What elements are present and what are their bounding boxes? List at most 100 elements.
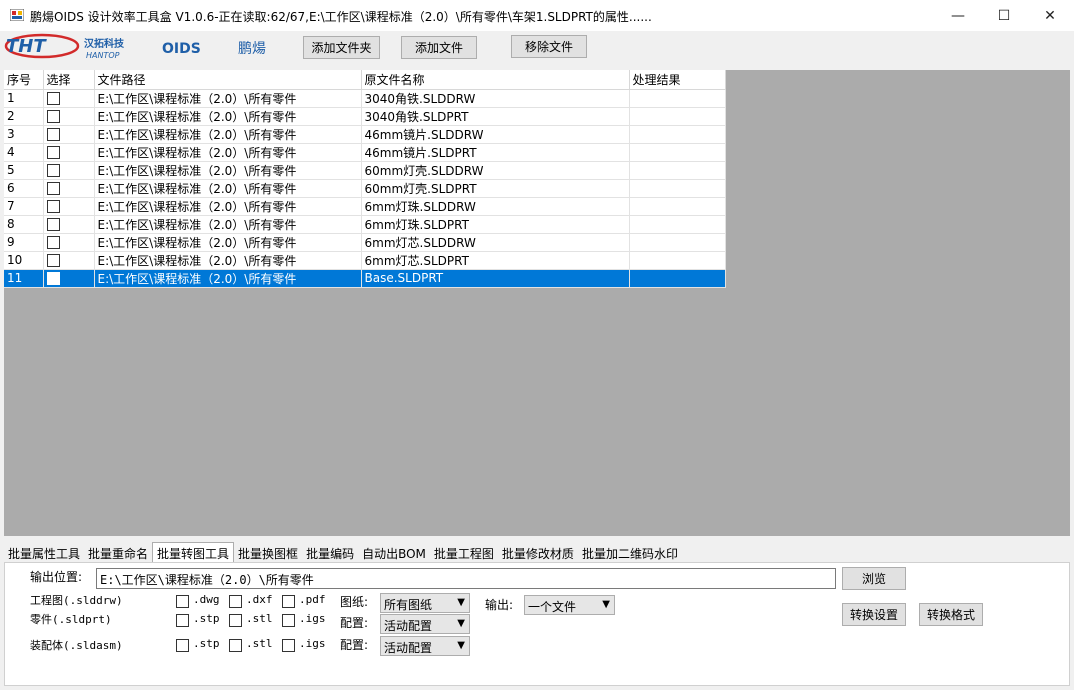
row-file-path[interactable]: E:\工作区\课程标准（2.0）\所有零件 xyxy=(94,197,362,216)
sheet-select[interactable]: 所有图纸 ▼ xyxy=(380,593,470,613)
row-number[interactable]: 4 xyxy=(4,143,44,162)
row-checkbox-cell[interactable] xyxy=(43,251,95,270)
row-checkbox-cell[interactable] xyxy=(43,107,95,126)
tab-6[interactable]: 批量工程图 xyxy=(430,543,498,563)
row-checkbox-cell[interactable] xyxy=(43,161,95,180)
assembly-stp-checkbox[interactable] xyxy=(176,639,189,652)
row-file-name[interactable]: 6mm灯珠.SLDDRW xyxy=(361,197,630,216)
column-header-result[interactable]: 处理结果 xyxy=(629,70,726,90)
row-file-name[interactable]: 6mm灯芯.SLDDRW xyxy=(361,233,630,252)
close-button[interactable]: ✕ xyxy=(1027,0,1073,31)
row-number[interactable]: 1 xyxy=(4,89,44,108)
table-row[interactable]: 10 E:\工作区\课程标准（2.0）\所有零件 6mm灯芯.SLDPRT xyxy=(4,251,726,270)
tab-5[interactable]: 自动出BOM xyxy=(358,543,430,563)
tab-7[interactable]: 批量修改材质 xyxy=(498,543,578,563)
tab-3[interactable]: 批量换图框 xyxy=(234,543,302,563)
row-select-checkbox[interactable] xyxy=(46,110,60,123)
row-checkbox-cell[interactable] xyxy=(43,197,95,216)
row-select-checkbox[interactable] xyxy=(46,200,60,213)
add-folder-button[interactable]: 添加文件夹 xyxy=(303,36,380,59)
browse-button[interactable]: 浏览 xyxy=(842,567,906,590)
row-result[interactable] xyxy=(629,233,726,252)
table-row[interactable]: 4 E:\工作区\课程标准（2.0）\所有零件 46mm镜片.SLDPRT xyxy=(4,143,726,162)
row-result[interactable] xyxy=(629,197,726,216)
row-select-checkbox[interactable] xyxy=(46,272,60,285)
row-select-checkbox[interactable] xyxy=(46,92,60,105)
row-result[interactable] xyxy=(629,125,726,144)
row-file-name[interactable]: 46mm镜片.SLDPRT xyxy=(361,143,630,162)
row-select-checkbox[interactable] xyxy=(46,128,60,141)
row-checkbox-cell[interactable] xyxy=(43,179,95,198)
row-checkbox-cell[interactable] xyxy=(43,125,95,144)
convert-settings-button[interactable]: 转换设置 xyxy=(842,603,906,626)
row-result[interactable] xyxy=(629,107,726,126)
row-select-checkbox[interactable] xyxy=(46,254,60,267)
table-row[interactable]: 2 E:\工作区\课程标准（2.0）\所有零件 3040角铁.SLDPRT xyxy=(4,107,726,126)
pdf-checkbox[interactable] xyxy=(282,595,295,608)
row-file-path[interactable]: E:\工作区\课程标准（2.0）\所有零件 xyxy=(94,233,362,252)
row-number[interactable]: 5 xyxy=(4,161,44,180)
row-number[interactable]: 7 xyxy=(4,197,44,216)
row-file-name[interactable]: 3040角铁.SLDPRT xyxy=(361,107,630,126)
row-file-path[interactable]: E:\工作区\课程标准（2.0）\所有零件 xyxy=(94,107,362,126)
row-file-path[interactable]: E:\工作区\课程标准（2.0）\所有零件 xyxy=(94,179,362,198)
row-result[interactable] xyxy=(629,89,726,108)
row-file-name[interactable]: Base.SLDPRT xyxy=(361,269,630,288)
row-file-name[interactable]: 60mm灯壳.SLDDRW xyxy=(361,161,630,180)
part-stp-checkbox[interactable] xyxy=(176,614,189,627)
table-row[interactable]: 7 E:\工作区\课程标准（2.0）\所有零件 6mm灯珠.SLDDRW xyxy=(4,197,726,216)
row-file-path[interactable]: E:\工作区\课程标准（2.0）\所有零件 xyxy=(94,143,362,162)
row-checkbox-cell[interactable] xyxy=(43,143,95,162)
row-number[interactable]: 3 xyxy=(4,125,44,144)
table-row[interactable]: 5 E:\工作区\课程标准（2.0）\所有零件 60mm灯壳.SLDDRW xyxy=(4,161,726,180)
tab-0[interactable]: 批量属性工具 xyxy=(4,543,84,563)
row-number[interactable]: 6 xyxy=(4,179,44,198)
assembly-igs-checkbox[interactable] xyxy=(282,639,295,652)
row-result[interactable] xyxy=(629,179,726,198)
row-file-path[interactable]: E:\工作区\课程标准（2.0）\所有零件 xyxy=(94,89,362,108)
table-row[interactable]: 1 E:\工作区\课程标准（2.0）\所有零件 3040角铁.SLDDRW xyxy=(4,89,726,108)
row-file-path[interactable]: E:\工作区\课程标准（2.0）\所有零件 xyxy=(94,215,362,234)
column-header-no[interactable]: 序号 xyxy=(4,70,44,90)
part-igs-checkbox[interactable] xyxy=(282,614,295,627)
row-result[interactable] xyxy=(629,269,726,288)
row-file-name[interactable]: 3040角铁.SLDDRW xyxy=(361,89,630,108)
tab-4[interactable]: 批量编码 xyxy=(302,543,358,563)
part-config-select[interactable]: 活动配置 ▼ xyxy=(380,614,470,634)
row-file-path[interactable]: E:\工作区\课程标准（2.0）\所有零件 xyxy=(94,251,362,270)
column-header-path[interactable]: 文件路径 xyxy=(94,70,362,90)
row-select-checkbox[interactable] xyxy=(46,146,60,159)
row-file-path[interactable]: E:\工作区\课程标准（2.0）\所有零件 xyxy=(94,125,362,144)
row-select-checkbox[interactable] xyxy=(46,182,60,195)
column-header-name[interactable]: 原文件名称 xyxy=(361,70,630,90)
row-number[interactable]: 2 xyxy=(4,107,44,126)
row-file-path[interactable]: E:\工作区\课程标准（2.0）\所有零件 xyxy=(94,269,362,288)
column-header-select[interactable]: 选择 xyxy=(43,70,95,90)
row-number[interactable]: 11 xyxy=(4,269,44,288)
table-row[interactable]: 6 E:\工作区\课程标准（2.0）\所有零件 60mm灯壳.SLDPRT xyxy=(4,179,726,198)
row-number[interactable]: 10 xyxy=(4,251,44,270)
row-checkbox-cell[interactable] xyxy=(43,89,95,108)
table-row[interactable]: 8 E:\工作区\课程标准（2.0）\所有零件 6mm灯珠.SLDPRT xyxy=(4,215,726,234)
row-file-path[interactable]: E:\工作区\课程标准（2.0）\所有零件 xyxy=(94,161,362,180)
row-checkbox-cell[interactable] xyxy=(43,233,95,252)
dxf-checkbox[interactable] xyxy=(229,595,242,608)
part-stl-checkbox[interactable] xyxy=(229,614,242,627)
table-row[interactable]: 9 E:\工作区\课程标准（2.0）\所有零件 6mm灯芯.SLDDRW xyxy=(4,233,726,252)
assembly-config-select[interactable]: 活动配置 ▼ xyxy=(380,636,470,656)
assembly-stl-checkbox[interactable] xyxy=(229,639,242,652)
row-checkbox-cell[interactable] xyxy=(43,215,95,234)
add-file-button[interactable]: 添加文件 xyxy=(401,36,477,59)
row-select-checkbox[interactable] xyxy=(46,236,60,249)
remove-file-button[interactable]: 移除文件 xyxy=(511,35,587,58)
dwg-checkbox[interactable] xyxy=(176,595,189,608)
tab-1[interactable]: 批量重命名 xyxy=(84,543,152,563)
row-number[interactable]: 8 xyxy=(4,215,44,234)
row-file-name[interactable]: 60mm灯壳.SLDPRT xyxy=(361,179,630,198)
row-select-checkbox[interactable] xyxy=(46,218,60,231)
row-result[interactable] xyxy=(629,251,726,270)
row-checkbox-cell[interactable] xyxy=(43,269,95,288)
row-result[interactable] xyxy=(629,161,726,180)
table-row[interactable]: 3 E:\工作区\课程标准（2.0）\所有零件 46mm镜片.SLDDRW xyxy=(4,125,726,144)
table-row[interactable]: 11 E:\工作区\课程标准（2.0）\所有零件 Base.SLDPRT xyxy=(4,269,726,288)
